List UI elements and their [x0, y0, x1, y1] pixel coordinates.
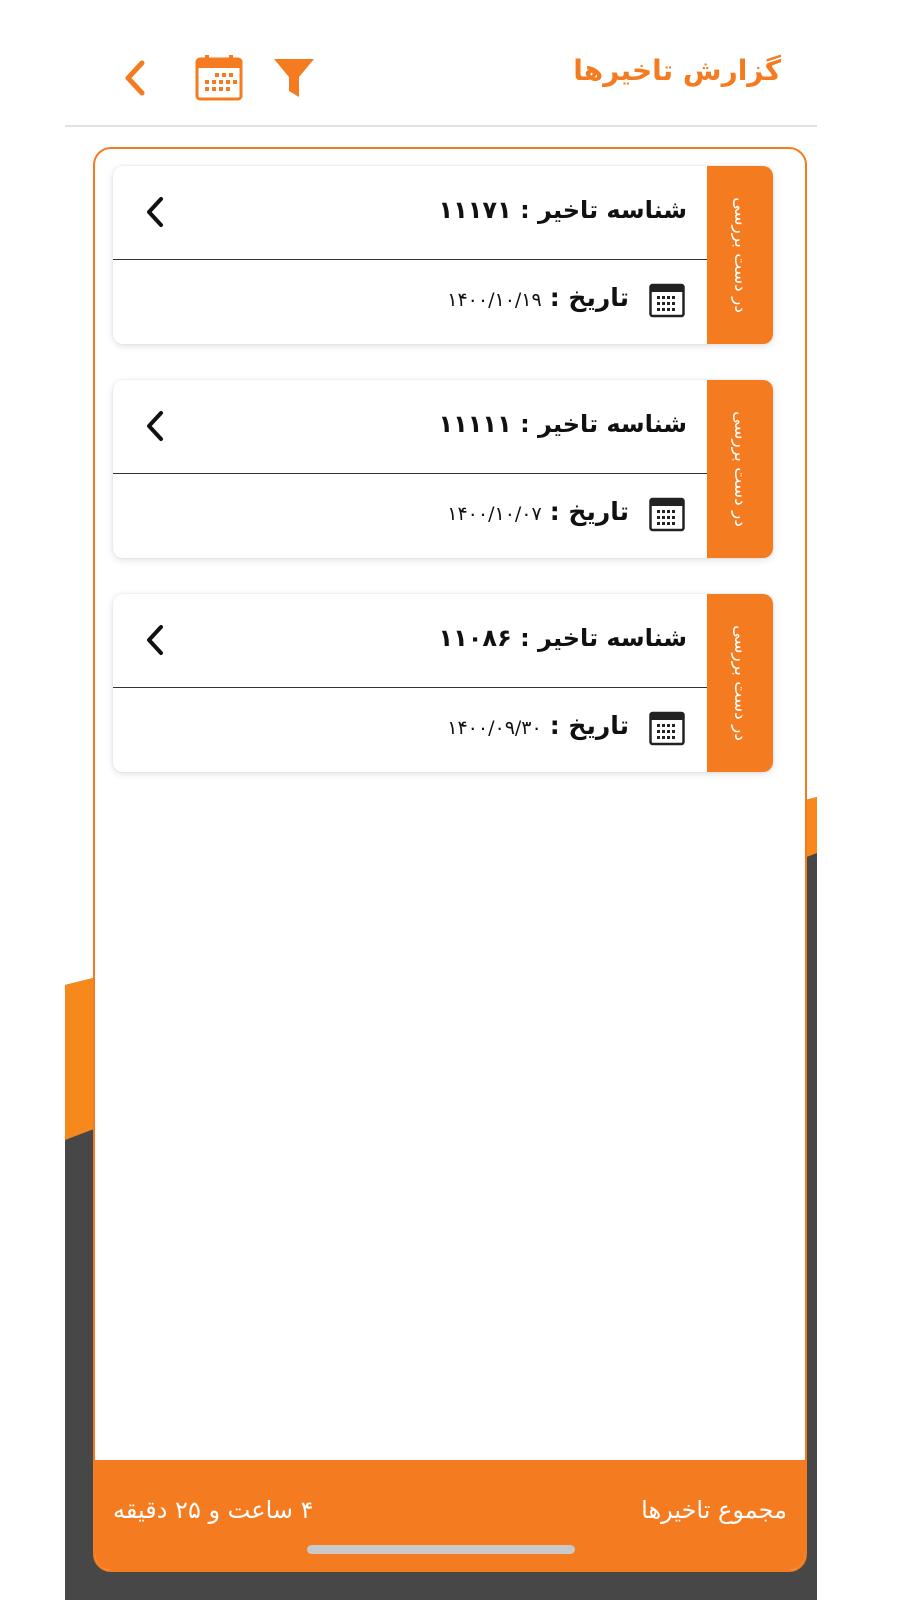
- calendar-icon: [649, 711, 685, 746]
- open-details-button[interactable]: [139, 406, 171, 446]
- delays-panel: در دست بررسی شناسه تاخیر : ۱۱۱۷۱ تاریخ :…: [93, 147, 807, 1572]
- delay-id: شناسه تاخیر : ۱۱۱۱۱: [438, 410, 687, 438]
- total-delays-label: مجموع تاخیرها: [641, 1496, 787, 1524]
- delay-card[interactable]: در دست بررسی شناسه تاخیر : ۱۱۱۱۱ تاریخ :…: [113, 380, 773, 558]
- delay-card[interactable]: در دست بررسی شناسه تاخیر : ۱۱۱۷۱ تاریخ :…: [113, 166, 773, 344]
- chevron-left-icon: [147, 197, 163, 227]
- filter-button[interactable]: [266, 50, 322, 106]
- header-divider: [65, 125, 817, 127]
- card-header: شناسه تاخیر : ۱۱۱۷۱: [113, 166, 707, 260]
- calendar-icon: [649, 283, 685, 318]
- home-indicator[interactable]: [307, 1545, 575, 1554]
- total-delays-value: ۴ ساعت و ۲۵ دقیقه: [113, 1496, 314, 1524]
- date-label: تاریخ :: [549, 497, 629, 526]
- filter-icon: [274, 59, 314, 97]
- status-badge: در دست بررسی: [707, 380, 773, 558]
- chevron-left-icon: [125, 60, 145, 96]
- calendar-button[interactable]: [191, 50, 247, 106]
- chevron-left-icon: [147, 411, 163, 441]
- date-value: ۱۴۰۰/۰۹/۳۰: [447, 717, 542, 739]
- date-label: تاریخ :: [549, 711, 629, 740]
- delay-id: شناسه تاخیر : ۱۱۱۷۱: [438, 196, 687, 224]
- card-date-row: تاریخ : ۱۴۰۰/۱۰/۰۷: [113, 475, 707, 558]
- back-button[interactable]: [107, 50, 163, 106]
- card-date-row: تاریخ : ۱۴۰۰/۰۹/۳۰: [113, 689, 707, 772]
- calendar-icon: [195, 55, 243, 101]
- date-row: تاریخ : ۱۴۰۰/۱۰/۱۹: [447, 283, 629, 312]
- page-title: گزارش تاخیرها: [573, 54, 781, 87]
- open-details-button[interactable]: [139, 192, 171, 232]
- status-label: در دست بررسی: [730, 411, 750, 527]
- date-value: ۱۴۰۰/۱۰/۱۹: [447, 289, 542, 311]
- delay-id: شناسه تاخیر : ۱۱۰۸۶: [438, 624, 687, 652]
- date-row: تاریخ : ۱۴۰۰/۱۰/۰۷: [447, 497, 629, 526]
- app-header: گزارش تاخیرها: [65, 0, 817, 128]
- card-date-row: تاریخ : ۱۴۰۰/۱۰/۱۹: [113, 261, 707, 344]
- status-label: در دست بررسی: [730, 197, 750, 313]
- date-row: تاریخ : ۱۴۰۰/۰۹/۳۰: [447, 711, 629, 740]
- card-header: شناسه تاخیر : ۱۱۰۸۶: [113, 594, 707, 688]
- status-label: در دست بررسی: [730, 625, 750, 741]
- card-header: شناسه تاخیر : ۱۱۱۱۱: [113, 380, 707, 474]
- delay-card[interactable]: در دست بررسی شناسه تاخیر : ۱۱۰۸۶ تاریخ :…: [113, 594, 773, 772]
- calendar-icon: [649, 497, 685, 532]
- status-badge: در دست بررسی: [707, 594, 773, 772]
- chevron-left-icon: [147, 625, 163, 655]
- date-label: تاریخ :: [549, 283, 629, 312]
- open-details-button[interactable]: [139, 620, 171, 660]
- date-value: ۱۴۰۰/۱۰/۰۷: [447, 503, 542, 525]
- status-badge: در دست بررسی: [707, 166, 773, 344]
